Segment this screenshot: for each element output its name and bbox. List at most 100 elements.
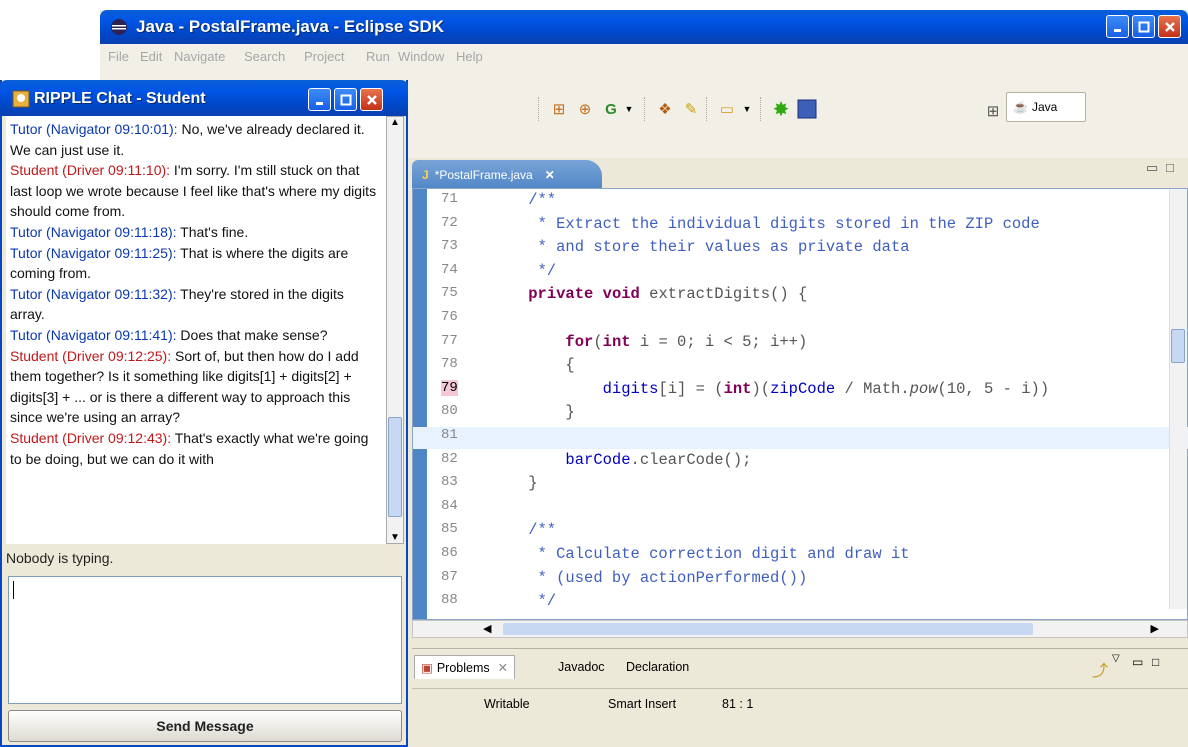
line-number: 71 [441, 191, 458, 207]
code-text: * Extract the individual digits stored i… [491, 214, 1040, 233]
folder-icon[interactable]: ▭ [716, 98, 738, 120]
code-line[interactable]: 76 [413, 309, 1188, 331]
line-number: 74 [441, 261, 458, 278]
java-perspective-button[interactable]: ☕ Java [1006, 92, 1086, 122]
menu-navigate[interactable]: Navigate [174, 49, 225, 64]
scroll-left-icon[interactable]: ◀ [483, 622, 491, 635]
panel-dropdown-icon[interactable]: ▽ [1112, 653, 1120, 664]
code-line[interactable]: 79 digits[i] = (int)(zipCode / Math.pow(… [413, 379, 1188, 402]
code-line[interactable]: 81 [413, 427, 1188, 450]
maximize-button[interactable] [1132, 15, 1155, 38]
toolbar-separator [760, 97, 761, 121]
problems-icon: ▣ [421, 661, 433, 675]
scroll-down-icon[interactable]: ▼ [390, 532, 400, 543]
line-number: 87 [441, 568, 458, 585]
chat-title: RIPPLE Chat - Student [34, 90, 206, 107]
chat-message: Student (Driver 09:12:43): That's exactl… [10, 428, 382, 469]
menu-search[interactable]: Search [244, 49, 285, 64]
code-line[interactable]: 78 { [413, 356, 1188, 378]
new-java-project-icon[interactable]: ⊞ [548, 98, 570, 120]
code-line[interactable]: 82 barCode.clearCode(); [413, 451, 1188, 473]
menu-run[interactable]: Run [366, 49, 390, 64]
panel-menu-icon[interactable]: ⤴ [1092, 657, 1108, 681]
panel-maximize-icon[interactable]: □ [1152, 655, 1159, 669]
code-line[interactable]: 74 */ [413, 262, 1188, 284]
scroll-right-icon[interactable]: ▶ [1151, 622, 1159, 635]
menu-bar: File Edit Navigate Search Project Run Wi… [100, 44, 1188, 70]
send-message-button[interactable]: Send Message [8, 710, 402, 742]
code-line[interactable]: 83 } [413, 474, 1188, 496]
chat-close-button[interactable] [360, 88, 383, 111]
editor-tab-postalframe[interactable]: J *PostalFrame.java ✕ [412, 160, 602, 190]
menu-help[interactable]: Help [456, 49, 483, 64]
eclipse-titlebar[interactable]: Java - PostalFrame.java - Eclipse SDK [100, 10, 1188, 44]
chat-message: Tutor (Navigator 09:11:25): That is wher… [10, 243, 382, 284]
scroll-thumb[interactable] [1171, 329, 1185, 363]
code-line[interactable]: 75 private void extractDigits() { [413, 285, 1188, 307]
chat-message: Tutor (Navigator 09:10:01): No, we've al… [10, 119, 382, 160]
message-sender: Tutor (Navigator 09:11:32): [10, 285, 177, 302]
chat-scrollbar[interactable]: ▲ ▼ [386, 116, 404, 544]
chat-minimize-button[interactable] [308, 88, 331, 111]
search-icon[interactable]: ✎ [680, 98, 702, 120]
perspective-label: Java [1031, 100, 1058, 114]
toolbar-separator [706, 97, 707, 121]
typing-status: Nobody is typing. [6, 550, 114, 566]
maximize-editor-icon[interactable]: □ [1166, 160, 1174, 175]
scroll-up-icon[interactable]: ▲ [390, 117, 400, 128]
code-line[interactable]: 88 */ [413, 592, 1188, 614]
line-number: 75 [441, 285, 458, 302]
chat-message: Tutor (Navigator 09:11:18): That's fine. [10, 222, 382, 243]
code-line[interactable]: 72 * Extract the individual digits store… [413, 215, 1188, 237]
editor-vertical-scrollbar[interactable] [1169, 189, 1187, 609]
open-perspective-icon[interactable]: ⊞ [982, 100, 1004, 122]
minimize-button[interactable] [1106, 15, 1129, 38]
panel-minimize-icon[interactable]: ▭ [1132, 655, 1143, 669]
menu-edit[interactable]: Edit [140, 49, 162, 64]
debug-icon[interactable]: ✸ [770, 98, 792, 121]
code-line[interactable]: 73 * and store their values as private d… [413, 238, 1188, 260]
code-line[interactable]: 77 for(int i = 0; i < 5; i++) [413, 333, 1188, 355]
open-type-icon[interactable]: ❖ [654, 98, 676, 120]
minimize-editor-icon[interactable]: ▭ [1146, 160, 1158, 176]
message-input[interactable] [8, 576, 402, 704]
code-text: digits[i] = (int)(zipCode / Math.pow(10,… [602, 379, 1050, 398]
chat-scroll-thumb[interactable] [388, 417, 402, 517]
status-insert-mode: Smart Insert [608, 697, 677, 711]
menu-window[interactable]: Window [398, 49, 444, 64]
horizontal-scroll-thumb[interactable] [503, 623, 1033, 635]
code-text: * (used by actionPerformed()) [491, 568, 808, 587]
code-line[interactable]: 87 * (used by actionPerformed()) [413, 569, 1188, 591]
code-line[interactable]: 85 /** [413, 521, 1188, 543]
close-panel-icon[interactable]: ✕ [498, 660, 508, 675]
tab-problems[interactable]: ▣ Problems ✕ [414, 655, 516, 679]
menu-file[interactable]: File [108, 49, 129, 64]
code-text: /** [491, 191, 557, 209]
java-file-icon: J [422, 168, 429, 182]
message-sender: Tutor (Navigator 09:11:41): [10, 326, 177, 343]
chat-titlebar[interactable]: RIPPLE Chat - Student [0, 80, 408, 116]
tab-declaration[interactable]: Declaration [620, 655, 695, 679]
code-editor[interactable]: 71 /** 72 * Extract the individual digits… [412, 188, 1188, 620]
editor-horizontal-scrollbar[interactable]: ◀ ▶ [412, 620, 1188, 638]
chat-message: Student (Driver 09:11:10): I'm sorry. I'… [10, 160, 382, 222]
console-icon[interactable] [796, 98, 818, 120]
chat-log[interactable]: Tutor (Navigator 09:10:01): No, we've al… [6, 116, 386, 544]
close-button[interactable] [1158, 15, 1181, 38]
folder-dropdown-icon[interactable]: ▼ [736, 98, 758, 120]
code-line[interactable]: 71 /** [413, 191, 1188, 213]
menu-project[interactable]: Project [304, 49, 344, 64]
line-number: 77 [441, 332, 458, 349]
tab-javadoc[interactable]: Javadoc [552, 655, 611, 679]
code-line[interactable]: 86 * Calculate correction digit and draw… [413, 545, 1188, 567]
close-tab-icon[interactable]: ✕ [545, 168, 555, 182]
code-text: * and store their values as private data [491, 238, 910, 257]
code-text: * Calculate correction digit and draw it [491, 545, 910, 563]
code-line[interactable]: 80 } [413, 403, 1188, 425]
code-text: */ [491, 261, 557, 280]
chat-maximize-button[interactable] [334, 88, 357, 111]
new-class-dropdown-icon[interactable]: ▼ [618, 98, 640, 120]
new-package-icon[interactable]: ⊕ [574, 98, 596, 120]
code-line[interactable]: 84 [413, 498, 1188, 520]
line-number: 88 [441, 592, 458, 609]
